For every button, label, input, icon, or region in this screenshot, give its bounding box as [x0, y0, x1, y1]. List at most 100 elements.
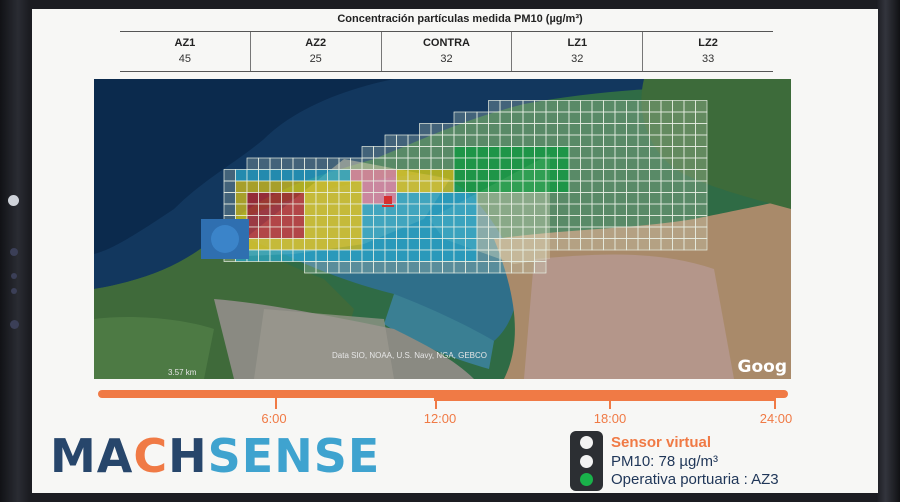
grid-cell [246, 169, 259, 182]
grid-cell [637, 169, 650, 182]
grid-cell [545, 203, 558, 216]
grid-cell [522, 238, 535, 251]
grid-cell [281, 180, 294, 193]
grid-cell [476, 249, 489, 262]
timeline-label: 24:00 [759, 411, 793, 426]
grid-cell [419, 192, 432, 205]
grid-cell [269, 157, 282, 170]
table-column-az2: AZ2 25 [251, 32, 382, 71]
timeline[interactable]: 6:00 12:00 18:00 24:00 [94, 385, 793, 426]
grid-cell [350, 226, 363, 239]
grid-cell [465, 238, 478, 251]
sensor-status: Operativa portuaria : AZ3 [611, 471, 779, 488]
grid-cell [637, 134, 650, 147]
grid-cell [361, 261, 374, 274]
grid-cell [568, 157, 581, 170]
timeline-tick [774, 397, 776, 409]
satellite-map[interactable]: Data SIO, NOAA, U.S. Navy, NGA, GEBCO 3.… [94, 79, 791, 379]
grid-cell [373, 249, 386, 262]
grid-cell [292, 192, 305, 205]
grid-cell [499, 180, 512, 193]
grid-cell [223, 180, 236, 193]
grid-cell [591, 180, 604, 193]
grid-cell [350, 203, 363, 216]
grid-cell [281, 203, 294, 216]
grid-cell [361, 238, 374, 251]
grid-cell [511, 203, 524, 216]
grid-cell [304, 180, 317, 193]
grid-cell [430, 215, 443, 228]
grid-cell [442, 157, 455, 170]
table-column-contra: CONTRA 32 [382, 32, 513, 71]
grid-cell [683, 123, 696, 136]
grid-cell [499, 261, 512, 274]
grid-cell [281, 157, 294, 170]
grid-cell [384, 169, 397, 182]
logo-text: H [168, 429, 208, 483]
grid-cell [476, 238, 489, 251]
grid-cell [327, 203, 340, 216]
timeline-bar[interactable] [98, 390, 788, 398]
grid-cell [626, 180, 639, 193]
grid-cell [511, 157, 524, 170]
grid-cell [246, 192, 259, 205]
grid-cell [545, 169, 558, 182]
grid-cell [304, 169, 317, 182]
grid-cell [511, 249, 524, 262]
grid-cell [407, 134, 420, 147]
grid-cell [269, 169, 282, 182]
grid-cell [649, 180, 662, 193]
grid-cell [637, 226, 650, 239]
grid-cell [580, 238, 593, 251]
grid-cell [603, 215, 616, 228]
grid-cell [488, 203, 501, 216]
grid-cell [407, 192, 420, 205]
grid-cell [683, 215, 696, 228]
grid-cell [476, 123, 489, 136]
grid-cell [499, 226, 512, 239]
grid-cell [258, 157, 271, 170]
timeline-tick [435, 397, 437, 409]
grid-cell [407, 226, 420, 239]
grid-cell [465, 215, 478, 228]
grid-cell [476, 180, 489, 193]
grid-cell [315, 169, 328, 182]
column-value: 45 [178, 53, 192, 65]
grid-cell [557, 180, 570, 193]
grid-cell [442, 203, 455, 216]
grid-cell [453, 169, 466, 182]
grid-cell [637, 157, 650, 170]
grid-cell [373, 157, 386, 170]
grid-cell [488, 192, 501, 205]
grid-cell [281, 192, 294, 205]
grid-cell [453, 249, 466, 262]
grid-cell [373, 146, 386, 159]
grid-cell [304, 192, 317, 205]
grid-cell [430, 157, 443, 170]
column-header: AZ1 [174, 37, 196, 49]
grid-cell [315, 238, 328, 251]
grid-cell [695, 111, 708, 124]
grid-cell [327, 249, 340, 262]
grid-cell [488, 261, 501, 274]
grid-cell [614, 226, 627, 239]
light-red-off [580, 436, 593, 449]
grid-cell [292, 180, 305, 193]
grid-cell [591, 111, 604, 124]
logo-text: SENSE [207, 429, 381, 483]
grid-cell [695, 203, 708, 216]
grid-cell [292, 203, 305, 216]
grid-cell [534, 192, 547, 205]
grid-cell [511, 111, 524, 124]
grid-cell [361, 215, 374, 228]
grid-cell [499, 157, 512, 170]
grid-cell [545, 157, 558, 170]
grid-cell [580, 215, 593, 228]
grid-cell [660, 169, 673, 182]
grid-cell [568, 100, 581, 113]
grid-cell [545, 111, 558, 124]
grid-cell [304, 238, 317, 251]
grid-cell [534, 238, 547, 251]
grid-cell [327, 215, 340, 228]
grid-cell [649, 215, 662, 228]
